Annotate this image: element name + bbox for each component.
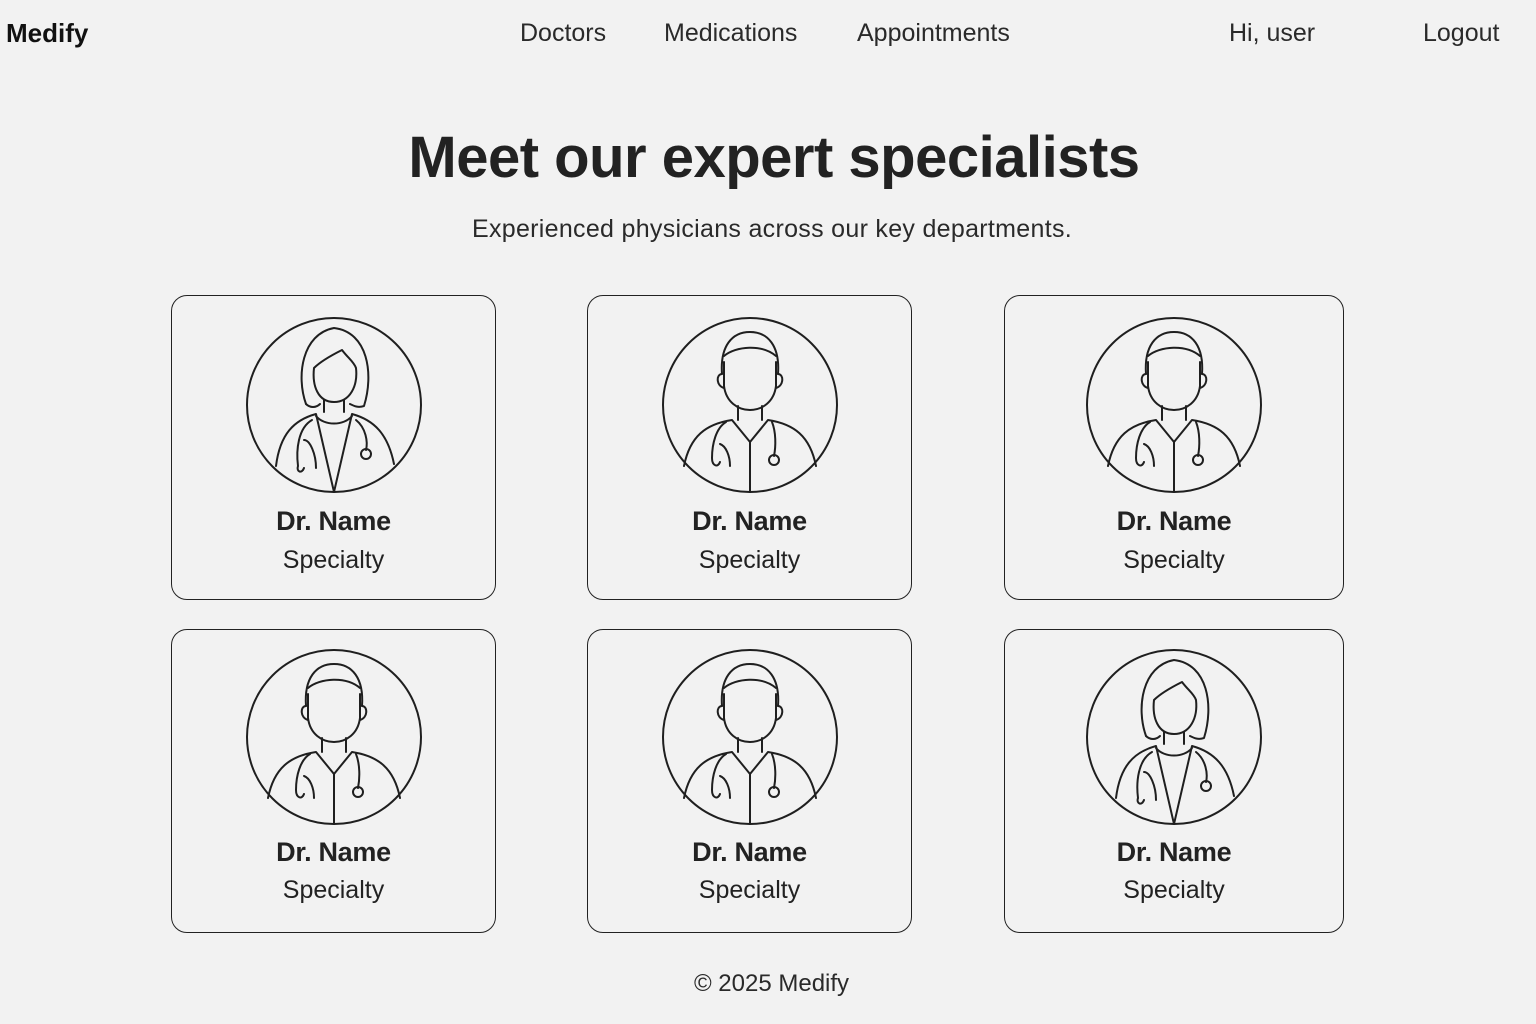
female-doctor-avatar-icon (1086, 648, 1262, 826)
male-doctor-avatar-icon (662, 648, 838, 826)
doctor-card[interactable]: Dr. Name Specialty (1004, 629, 1344, 933)
doctor-name: Dr. Name (692, 837, 807, 867)
nav-link-appointments[interactable]: Appointments (857, 19, 1010, 48)
nav-link-doctors[interactable]: Doctors (520, 19, 606, 48)
doctor-card[interactable]: Dr. Name Specialty (587, 295, 912, 600)
doctor-card[interactable]: Dr. Name Specialty (171, 629, 496, 933)
doctor-name: Dr. Name (692, 506, 807, 536)
page-subtitle: Experienced physicians across our key de… (471, 215, 1072, 243)
footer-copyright: © 2025 Medify (693, 970, 850, 997)
doctor-specialty: Specialty (1123, 876, 1225, 904)
male-doctor-avatar-icon (662, 316, 838, 494)
doctor-card[interactable]: Dr. Name Specialty (171, 295, 496, 600)
doctor-specialty: Specialty (698, 876, 801, 904)
doctor-name: Dr. Name (276, 506, 391, 536)
doctor-card[interactable]: Dr. Name Specialty (1004, 295, 1344, 600)
logout-link[interactable]: Logout (1423, 19, 1499, 48)
page: Medify Doctors Medications Appointments … (0, 0, 1536, 1024)
doctor-specialty: Specialty (698, 546, 801, 574)
male-doctor-avatar-icon (246, 648, 422, 826)
doctor-specialty: Specialty (1123, 546, 1225, 574)
nav-link-medications[interactable]: Medications (664, 19, 797, 48)
doctor-name: Dr. Name (1116, 837, 1232, 867)
page-title: Meet our expert specialists (408, 125, 1140, 190)
brand-logo[interactable]: Medify (6, 18, 88, 49)
male-doctor-avatar-icon (1086, 316, 1262, 494)
doctor-name: Dr. Name (276, 837, 391, 867)
doctor-name: Dr. Name (1116, 506, 1232, 536)
top-nav-bar: Medify Doctors Medications Appointments … (0, 0, 1536, 70)
user-greeting: Hi, user (1229, 19, 1316, 47)
doctor-card[interactable]: Dr. Name Specialty (587, 629, 912, 933)
doctor-specialty: Specialty (282, 546, 385, 574)
female-doctor-avatar-icon (246, 316, 422, 494)
doctor-specialty: Specialty (282, 876, 385, 904)
